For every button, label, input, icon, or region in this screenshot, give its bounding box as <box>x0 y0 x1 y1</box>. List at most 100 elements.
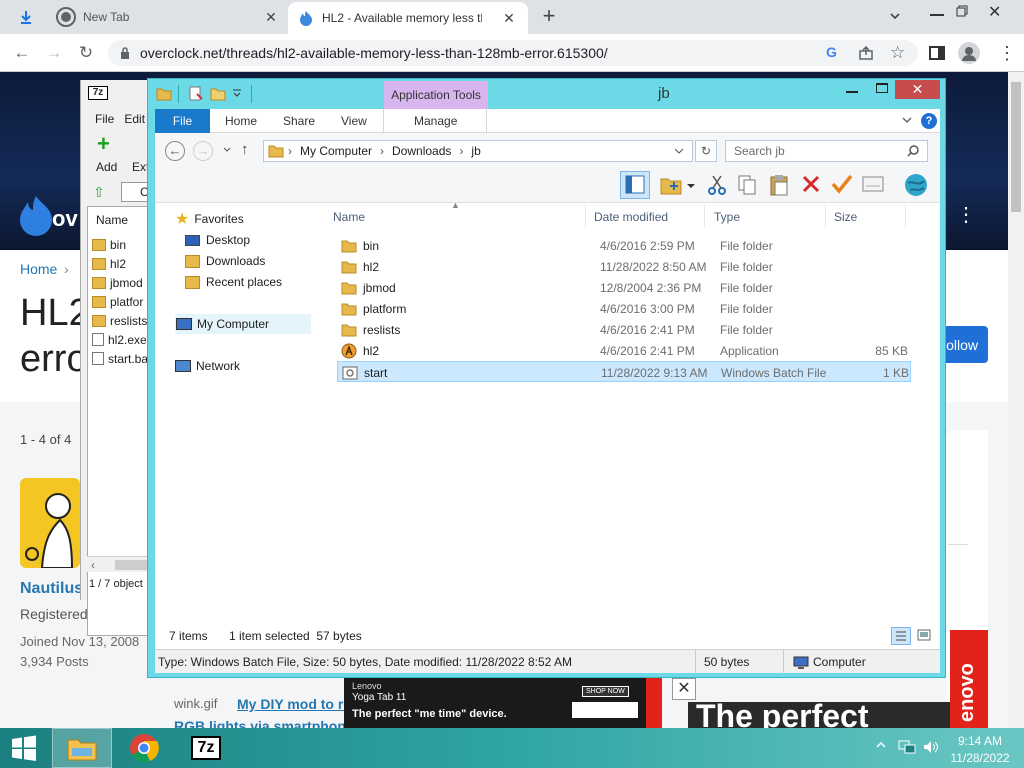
file-row[interactable]: platform 4/6/2016 3:00 PM File folder <box>337 298 911 319</box>
delete-icon[interactable] <box>801 174 821 194</box>
volume-icon[interactable] <box>922 739 940 755</box>
tab-manage[interactable]: Manage <box>414 109 457 133</box>
folder-options-icon[interactable] <box>660 174 682 196</box>
file-row[interactable]: jbmod 12/8/2004 2:36 PM File folder <box>337 277 911 298</box>
path-segment-jb[interactable]: jb <box>471 144 480 158</box>
menu-dots-icon[interactable]: ⋮ <box>998 40 1016 66</box>
signature-link[interactable]: My DIY mod to re <box>237 696 351 712</box>
ad-close-icon[interactable]: ✕ <box>672 678 696 700</box>
new-folder-icon[interactable] <box>210 86 226 102</box>
profile-avatar-icon[interactable] <box>958 42 980 64</box>
add-button[interactable]: Add <box>96 160 117 174</box>
side-panel-icon[interactable] <box>929 45 945 61</box>
close-tab-icon[interactable]: ✕ <box>262 8 280 26</box>
download-icon[interactable] <box>18 9 34 25</box>
path-segment-my-computer[interactable]: My Computer <box>300 144 372 158</box>
sevenzip-window[interactable]: 7z File Edit + Add Ext ⇧ C Name bin hl2 jb… <box>80 80 153 636</box>
path-segment-downloads[interactable]: Downloads <box>392 144 451 158</box>
clock-date[interactable]: 11/28/2022 <box>948 751 1012 765</box>
list-item[interactable]: reslists <box>92 311 152 330</box>
file-row[interactable]: start 11/28/2022 9:13 AM Windows Batch Fil… <box>337 361 911 382</box>
overclock-logo[interactable]: ov <box>18 192 88 236</box>
forward-button[interactable]: → <box>193 141 213 161</box>
tray-expand-icon[interactable] <box>876 741 886 749</box>
large-icons-view-icon[interactable] <box>915 627 933 643</box>
help-icon[interactable]: ? <box>921 113 937 129</box>
address-dropdown-icon[interactable] <box>674 147 684 155</box>
search-box[interactable]: Search jb <box>725 140 928 162</box>
details-view-icon[interactable] <box>891 627 911 645</box>
column-name[interactable]: Name <box>96 213 128 227</box>
address-bar[interactable]: › My Computer › Downloads › jb <box>263 140 693 162</box>
close-tab-icon[interactable]: ✕ <box>500 9 518 27</box>
minimize-icon[interactable] <box>930 14 944 16</box>
tab-view[interactable]: View <box>341 109 367 133</box>
paste-icon[interactable] <box>769 173 791 197</box>
page-scrollbar[interactable] <box>1008 72 1024 728</box>
options-dropdown-icon[interactable] <box>686 182 696 190</box>
forward-button[interactable]: → <box>41 40 67 66</box>
file-row[interactable]: reslists 4/6/2016 2:41 PM File folder <box>337 319 911 340</box>
back-button[interactable]: ← <box>165 141 185 161</box>
recent-locations-icon[interactable] <box>222 145 232 155</box>
list-item[interactable]: bin <box>92 235 152 254</box>
list-item[interactable]: hl2.exe <box>92 330 152 349</box>
properties-icon[interactable] <box>188 86 204 102</box>
file-row[interactable]: bin 4/6/2016 2:59 PM File folder <box>337 235 911 256</box>
bookmark-star-icon[interactable]: ☆ <box>890 43 905 63</box>
menu-file[interactable]: File <box>95 112 114 126</box>
taskbar-file-explorer[interactable] <box>52 728 112 768</box>
scroll-left-icon[interactable]: ‹ <box>91 558 95 572</box>
explorer-titlebar[interactable]: Application Tools jb ✕ <box>148 79 945 109</box>
refresh-icon[interactable]: ↻ <box>695 140 717 162</box>
network-tray-icon[interactable] <box>898 739 916 755</box>
tab-active[interactable]: HL2 - Available memory less tha ✕ <box>288 2 528 34</box>
maximize-icon[interactable] <box>876 83 888 93</box>
tab-search-icon[interactable] <box>888 9 902 23</box>
close-button[interactable]: ✕ <box>895 80 940 99</box>
lenovo-ad-banner[interactable]: Lenovo Yoga Tab 11 The perfect "me time"… <box>344 678 662 728</box>
list-item[interactable]: hl2 <box>92 254 152 273</box>
minimize-icon[interactable] <box>846 91 858 93</box>
menu-edit[interactable]: Edit <box>124 112 145 126</box>
cut-icon[interactable] <box>707 174 727 196</box>
taskbar-chrome[interactable] <box>114 728 174 768</box>
ad-shop-now-button[interactable]: SHOP NOW <box>582 686 629 697</box>
close-window-icon[interactable]: ✕ <box>988 2 1001 22</box>
copy-icon[interactable] <box>737 174 757 196</box>
breadcrumb-home[interactable]: Home <box>20 261 57 277</box>
add-icon[interactable]: + <box>97 133 110 155</box>
tab-home[interactable]: Home <box>225 109 257 133</box>
back-button[interactable]: ← <box>9 40 35 66</box>
rename-checkmark-icon[interactable] <box>831 174 853 194</box>
share-icon[interactable] <box>858 45 874 61</box>
reload-button[interactable]: ↻ <box>73 40 99 66</box>
preview-pane-icon[interactable] <box>620 171 650 199</box>
google-icon[interactable]: G <box>826 44 837 60</box>
clock-time[interactable]: 9:14 AM <box>950 734 1010 748</box>
tab-share[interactable]: Share <box>283 109 315 133</box>
properties-icon[interactable] <box>862 176 884 192</box>
up-folder-icon[interactable]: ⇧ <box>93 184 105 201</box>
signature-link-2[interactable]: RGB lights via smartphone <box>174 718 354 728</box>
file-row[interactable]: hl2 11/28/2022 8:50 AM File folder <box>337 256 911 277</box>
ad-side-banner[interactable]: enovo <box>950 630 988 728</box>
tab-new-tab[interactable]: New Tab <box>56 0 278 34</box>
ad-banner-2[interactable]: The perfect <box>688 702 950 728</box>
explorer-window[interactable]: Application Tools jb ✕ File Home Share V… <box>147 78 946 678</box>
omnibox[interactable]: overclock.net/threads/hl2-available-memo… <box>108 40 918 66</box>
taskbar-7zip[interactable]: 7z <box>176 728 236 768</box>
file-row[interactable]: hl2 4/6/2016 2:41 PM Application 85 KB <box>337 340 911 361</box>
restore-icon[interactable] <box>956 5 968 17</box>
qat-dropdown-icon[interactable] <box>232 87 242 99</box>
list-item[interactable]: jbmod <box>92 273 152 292</box>
start-button[interactable] <box>0 728 48 768</box>
new-tab-button[interactable]: + <box>538 5 560 27</box>
list-item[interactable]: start.ba <box>92 349 152 368</box>
site-menu-icon[interactable]: ⋮ <box>956 202 976 227</box>
list-item[interactable]: platfor <box>92 292 152 311</box>
username-link[interactable]: Nautilus <box>20 580 83 598</box>
internet-globe-icon[interactable] <box>903 173 929 197</box>
ribbon-expand-icon[interactable] <box>901 115 913 125</box>
tab-file[interactable]: File <box>155 109 210 133</box>
